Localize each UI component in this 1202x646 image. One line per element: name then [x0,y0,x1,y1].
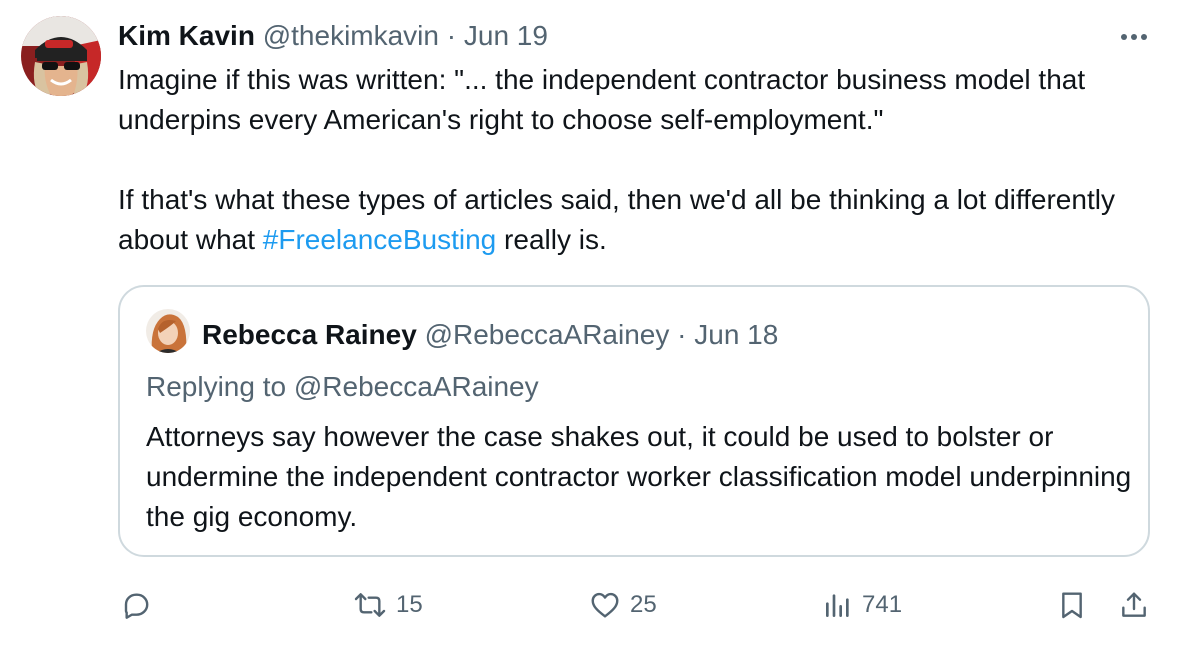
tweet-paragraph-1: Imagine if this was written: "... the in… [118,64,1086,135]
tweet-body: Imagine if this was written: "... the in… [118,60,1178,260]
retweet-icon [354,593,386,617]
quoted-author-handle[interactable]: @RebeccaARainey [425,319,670,350]
bookmark-button[interactable] [1056,585,1088,625]
quoted-date[interactable]: Jun 18 [694,319,778,350]
hashtag-link[interactable]: #FreelanceBusting [263,224,496,255]
tweet: Kim Kavin @thekimkavin · Jun 19 Imagine … [0,0,1202,646]
action-bar: 15 25 741 [0,585,1202,625]
more-icon [1121,34,1147,40]
heart-icon [591,592,619,618]
quoted-separator: · [677,319,687,350]
replying-to-label: Replying to @RebeccaARainey [146,371,539,402]
reply-button[interactable] [120,585,152,625]
retweet-button[interactable]: 15 [352,585,423,625]
share-icon [1122,592,1146,617]
quoted-header: Rebecca Rainey @RebeccaARainey · Jun 18 [202,317,778,353]
tweet-paragraph-2: If that's what these types of articles s… [118,180,1178,260]
views-count: 741 [862,591,903,618]
header-separator: · [446,20,457,51]
quoted-tweet[interactable]: Rebecca Rainey @RebeccaARainey · Jun 18 … [118,285,1150,557]
author-handle[interactable]: @thekimkavin [263,20,439,51]
tweet-header: Kim Kavin @thekimkavin · Jun 19 [118,18,548,54]
reply-icon [124,593,149,619]
tweet-paragraph-2-suffix: really is. [496,224,607,255]
views-button[interactable]: 741 [822,585,902,625]
more-options-button[interactable] [1116,22,1152,52]
quoted-author-avatar[interactable] [146,309,190,353]
views-icon [826,594,849,617]
tweet-date[interactable]: Jun 19 [464,20,548,51]
quoted-author-name[interactable]: Rebecca Rainey [202,319,417,350]
bookmark-icon [1062,592,1082,619]
share-button[interactable] [1118,585,1150,625]
author-name[interactable]: Kim Kavin [118,20,255,51]
author-avatar[interactable] [21,16,101,96]
retweet-count: 15 [396,591,423,618]
like-button[interactable]: 25 [588,585,657,625]
quoted-text: Attorneys say however the case shakes ou… [146,421,1132,532]
like-count: 25 [630,591,657,618]
